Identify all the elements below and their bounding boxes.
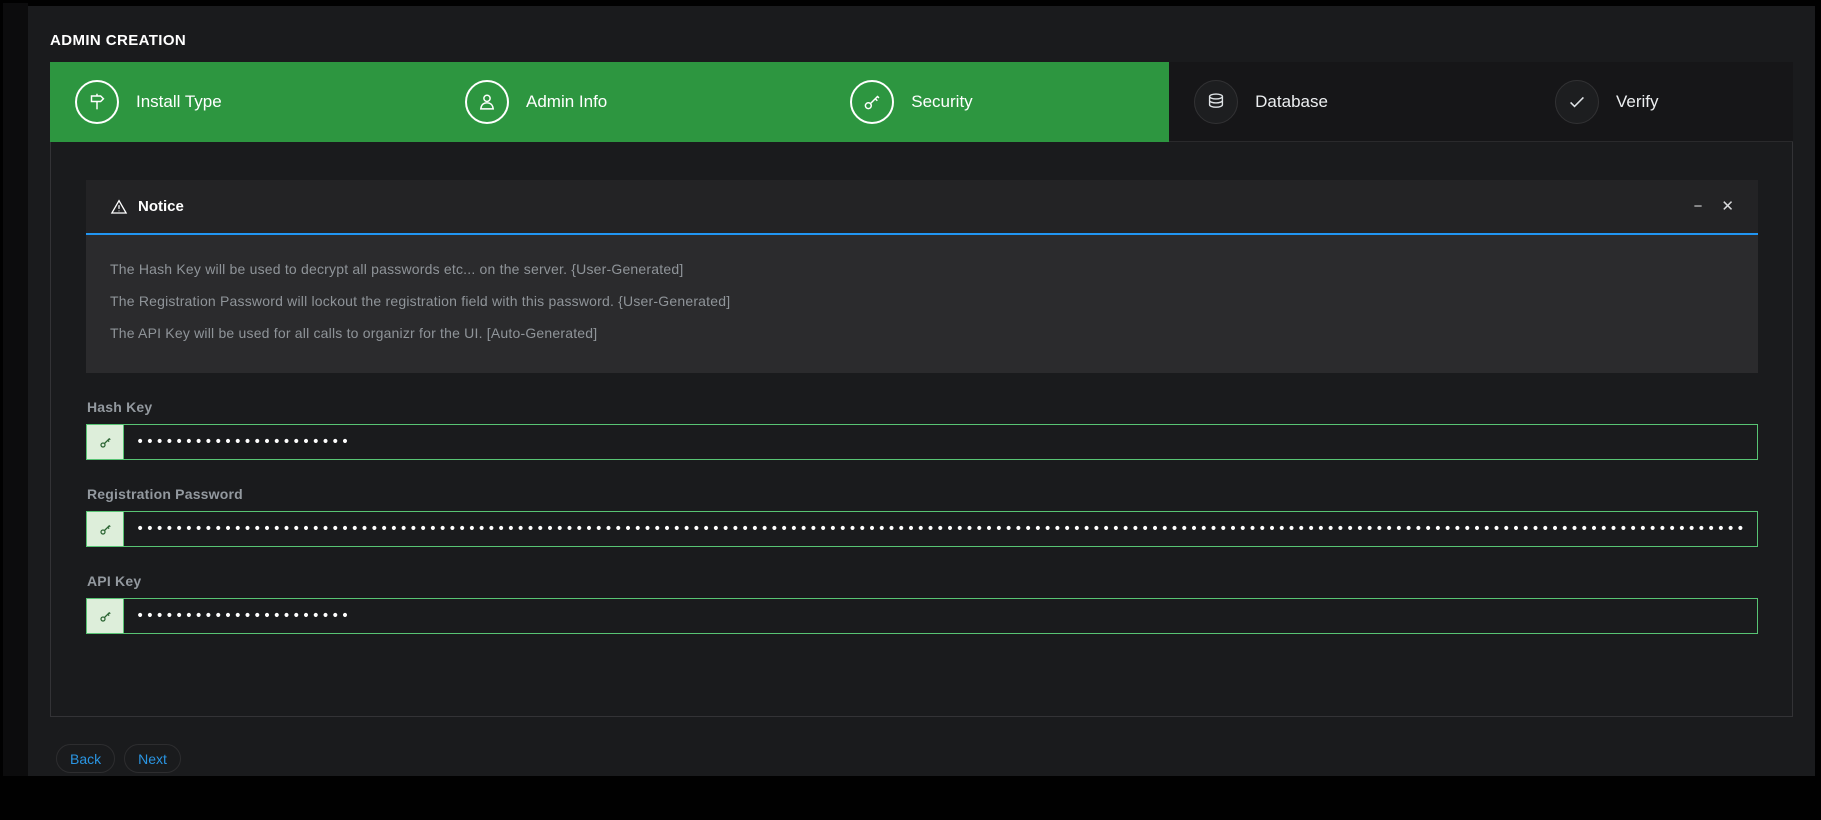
hash-key-label: Hash Key — [87, 399, 1758, 415]
notice-line-registration-password: The Registration Password will lockout t… — [110, 285, 1734, 317]
registration-password-label: Registration Password — [87, 486, 1758, 502]
check-icon — [1555, 80, 1599, 124]
key-icon — [86, 511, 124, 547]
registration-password-field: Registration Password — [86, 486, 1758, 547]
wizard-step-verify[interactable]: Verify — [1530, 62, 1793, 142]
warning-icon — [110, 198, 128, 216]
wizard-step-label: Admin Info — [526, 92, 607, 112]
key-icon — [86, 598, 124, 634]
notice-header: Notice − ✕ — [86, 180, 1758, 235]
left-edge-strip — [3, 3, 28, 776]
wizard-step-install-type[interactable]: Install Type — [50, 62, 440, 142]
notice-actions: − ✕ — [1694, 199, 1734, 214]
user-icon — [465, 80, 509, 124]
wizard-step-label: Database — [1255, 92, 1328, 112]
api-key-field: API Key — [86, 573, 1758, 634]
notice-line-hash-key: The Hash Key will be used to decrypt all… — [110, 253, 1734, 285]
hash-key-input[interactable] — [124, 424, 1758, 460]
close-icon[interactable]: ✕ — [1721, 199, 1734, 214]
wizard-step-label: Security — [911, 92, 972, 112]
admin-creation-panel: ADMIN CREATION Install Type — [28, 6, 1815, 776]
database-icon — [1194, 80, 1238, 124]
signpost-icon — [75, 80, 119, 124]
hash-key-field: Hash Key — [86, 399, 1758, 460]
key-icon — [86, 424, 124, 460]
api-key-input-group — [86, 598, 1758, 634]
wizard-stepper: Install Type Admin Info — [50, 62, 1793, 142]
api-key-input[interactable] — [124, 598, 1758, 634]
back-button[interactable]: Back — [56, 744, 115, 773]
notice-title: Notice — [138, 198, 184, 215]
registration-password-input[interactable] — [124, 511, 1758, 547]
notice-body: The Hash Key will be used to decrypt all… — [86, 235, 1758, 373]
notice-panel: Notice − ✕ The Hash Key will be used to … — [86, 180, 1758, 373]
wizard-step-security[interactable]: Security — [825, 62, 1169, 142]
next-button[interactable]: Next — [124, 744, 181, 773]
page-title: ADMIN CREATION — [50, 32, 1793, 49]
wizard-footer: Back Next — [56, 744, 1793, 773]
wizard-step-label: Install Type — [136, 92, 222, 112]
wizard-step-content: Notice − ✕ The Hash Key will be used to … — [50, 142, 1793, 717]
wizard-step-database[interactable]: Database — [1169, 62, 1530, 142]
api-key-label: API Key — [87, 573, 1758, 589]
wizard-step-admin-info[interactable]: Admin Info — [440, 62, 825, 142]
notice-line-api-key: The API Key will be used for all calls t… — [110, 317, 1734, 349]
minimize-icon[interactable]: − — [1694, 199, 1703, 214]
key-icon — [850, 80, 894, 124]
wizard-step-label: Verify — [1616, 92, 1659, 112]
screen: ADMIN CREATION Install Type — [0, 0, 1821, 820]
registration-password-input-group — [86, 511, 1758, 547]
hash-key-input-group — [86, 424, 1758, 460]
